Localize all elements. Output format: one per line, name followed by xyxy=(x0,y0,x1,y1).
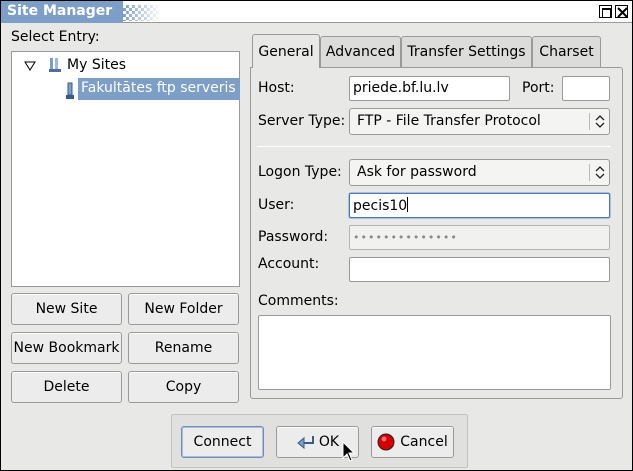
comments-textarea[interactable] xyxy=(258,315,611,390)
user-label: User: xyxy=(258,197,295,213)
new-bookmark-button[interactable]: New Bookmark xyxy=(11,332,122,364)
new-site-button[interactable]: New Site xyxy=(11,293,122,325)
collapse-arrow-icon[interactable] xyxy=(24,61,36,71)
comments-label: Comments: xyxy=(258,293,339,309)
tree-item-my-sites[interactable]: My Sites xyxy=(67,57,126,79)
spinner-arrows-icon xyxy=(595,166,605,179)
cancel-button[interactable]: Cancel xyxy=(371,426,454,458)
folder-sites-icon xyxy=(49,58,61,72)
tree-item-site[interactable]: Fakultātes ftp serveris xyxy=(78,78,240,100)
password-input[interactable]: •••••••••••••• xyxy=(349,225,610,250)
account-input[interactable] xyxy=(349,257,610,282)
close-button[interactable] xyxy=(615,5,628,18)
site-manager-window: Site Manager Select Entry: My Sites Faku… xyxy=(0,0,633,471)
user-value: pecis10 xyxy=(353,198,408,214)
server-type-value: FTP - File Transfer Protocol xyxy=(357,113,541,129)
server-icon xyxy=(66,82,74,99)
cancel-label: Cancel xyxy=(400,434,448,450)
maximize-button[interactable] xyxy=(599,5,612,18)
window-title: Site Manager xyxy=(1,1,123,23)
combo-separator xyxy=(589,113,590,130)
rename-button[interactable]: Rename xyxy=(128,332,239,364)
title-bar[interactable]: Site Manager xyxy=(1,1,632,23)
tab-charset[interactable]: Charset xyxy=(532,36,601,67)
mouse-pointer-icon xyxy=(342,441,356,462)
logon-type-value: Ask for password xyxy=(357,164,477,180)
logon-type-label: Logon Type: xyxy=(258,164,342,180)
new-folder-button[interactable]: New Folder xyxy=(128,293,239,325)
user-input[interactable]: pecis10 xyxy=(349,193,610,218)
spinner-arrows-icon xyxy=(595,115,605,128)
copy-button[interactable]: Copy xyxy=(128,371,239,403)
account-label: Account: xyxy=(258,256,320,272)
port-label: Port: xyxy=(522,80,555,96)
text-cursor xyxy=(407,197,409,212)
password-label: Password: xyxy=(258,229,329,245)
port-input[interactable] xyxy=(562,76,610,101)
title-decoration xyxy=(123,5,161,21)
combo-separator xyxy=(589,164,590,181)
select-entry-label: Select Entry: xyxy=(11,29,100,45)
connect-button[interactable]: Connect xyxy=(181,426,264,458)
logon-type-select[interactable]: Ask for password xyxy=(349,159,610,186)
server-type-select[interactable]: FTP - File Transfer Protocol xyxy=(349,108,610,135)
delete-button[interactable]: Delete xyxy=(11,371,122,403)
tab-general[interactable]: General xyxy=(252,34,320,68)
close-icon xyxy=(617,7,628,18)
divider xyxy=(257,146,611,147)
enter-arrow-icon xyxy=(297,436,314,450)
ok-label: OK xyxy=(318,434,340,450)
host-label: Host: xyxy=(258,80,295,96)
tab-advanced[interactable]: Advanced xyxy=(320,36,401,67)
cancel-icon xyxy=(377,433,395,451)
host-input[interactable]: priede.bf.lu.lv xyxy=(349,76,510,101)
site-tree[interactable]: My Sites Fakultātes ftp serveris xyxy=(11,51,240,287)
tab-transfer-settings[interactable]: Transfer Settings xyxy=(401,36,532,67)
server-type-label: Server Type: xyxy=(258,113,346,129)
